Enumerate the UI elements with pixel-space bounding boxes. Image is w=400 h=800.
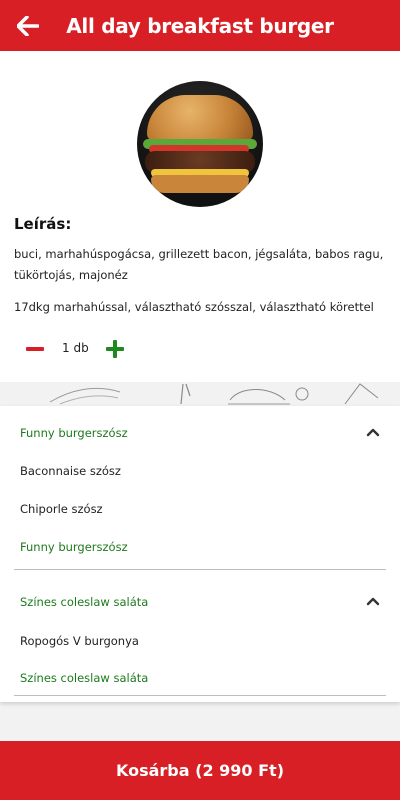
description-heading: Leírás: bbox=[14, 215, 72, 233]
add-to-cart-button[interactable]: Kosárba (2 990 Ft) bbox=[0, 741, 400, 800]
quantity-value: 1 db bbox=[62, 341, 89, 355]
quantity-stepper: 1 db bbox=[24, 338, 144, 360]
chevron-up-icon bbox=[366, 428, 380, 437]
minus-icon[interactable] bbox=[24, 338, 46, 360]
arrow-left-icon bbox=[17, 16, 39, 36]
description-text: buci, marhahúspogácsa, grillezett bacon,… bbox=[14, 247, 384, 282]
burger-photo bbox=[137, 81, 263, 207]
page-title: All day breakfast burger bbox=[66, 13, 334, 38]
background-doodle bbox=[0, 382, 400, 406]
back-button[interactable] bbox=[14, 12, 42, 40]
plus-icon[interactable] bbox=[104, 338, 126, 360]
divider bbox=[14, 569, 386, 570]
option-group-header-sauce[interactable]: Funny burgerszósz bbox=[0, 414, 400, 452]
divider bbox=[14, 695, 386, 696]
add-to-cart-label: Kosárba (2 990 Ft) bbox=[115, 761, 284, 780]
option-group-header-salad[interactable]: Színes coleslaw saláta bbox=[0, 583, 400, 621]
product-info-card: Leírás: buci, marhahúspogácsa, grillezet… bbox=[0, 51, 400, 382]
option-item-selected[interactable]: Színes coleslaw saláta bbox=[20, 671, 148, 685]
option-item[interactable]: Ropogós V burgonya bbox=[20, 634, 139, 648]
option-item[interactable]: Baconnaise szósz bbox=[20, 464, 121, 478]
option-group-title: Funny burgerszósz bbox=[20, 426, 128, 440]
app-header: All day breakfast burger bbox=[0, 0, 400, 51]
option-item[interactable]: Chiporle szósz bbox=[20, 502, 103, 516]
options-card: Funny burgerszósz Baconnaise szósz Chipo… bbox=[0, 406, 400, 702]
chevron-up-icon bbox=[366, 597, 380, 606]
option-item-selected[interactable]: Funny burgerszósz bbox=[20, 540, 128, 554]
option-group-title: Színes coleslaw saláta bbox=[20, 595, 149, 609]
description-extra: 17dkg marhahússal, választható szósszal,… bbox=[14, 300, 374, 314]
